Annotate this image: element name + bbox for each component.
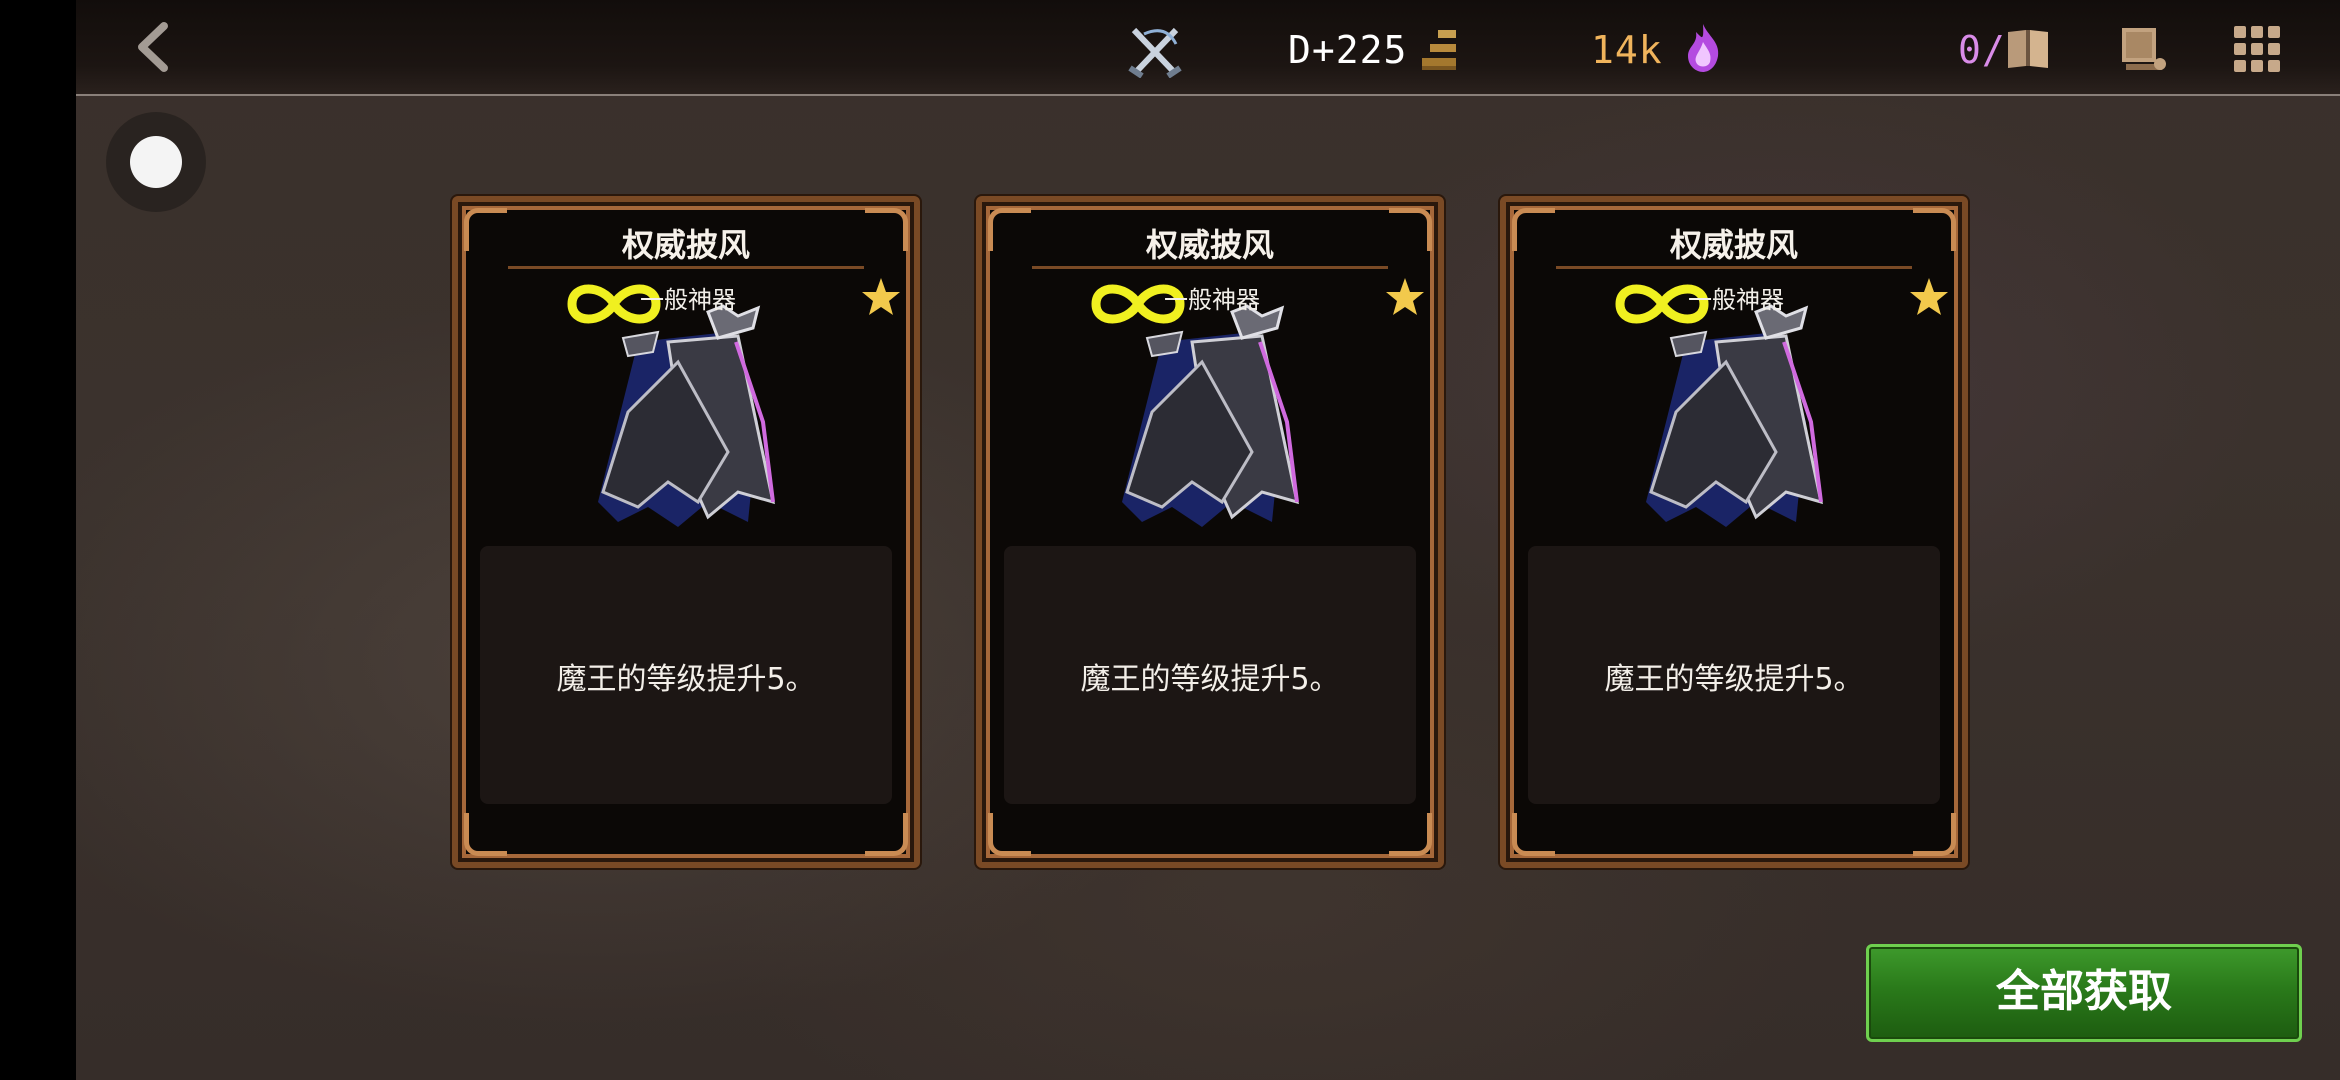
collect-all-button[interactable]: 全部获取 xyxy=(1866,944,2302,1042)
artifact-description: 魔王的等级提升5。 xyxy=(1604,662,1864,697)
title-divider xyxy=(1032,266,1388,269)
artifact-description: 魔王的等级提升5。 xyxy=(1080,662,1340,697)
cape-artwork xyxy=(1646,304,1823,527)
star-icon xyxy=(862,278,900,315)
stairs-icon xyxy=(1422,30,1456,70)
star-icon xyxy=(1910,278,1948,315)
toggle-dot xyxy=(130,136,182,188)
floating-toggle-button[interactable] xyxy=(106,112,206,212)
artifact-title: 权威披风 xyxy=(1145,226,1274,264)
top-bar: D+225 14k 0/0 xyxy=(76,0,2340,96)
title-divider xyxy=(508,266,864,269)
artifact-description: 魔王的等级提升5。 xyxy=(556,662,816,697)
soul-flame-icon xyxy=(1688,24,1719,72)
artifact-card[interactable]: 权威披风 一般神器 魔王的等级提升5。 xyxy=(976,196,1444,868)
description-panel: 魔王的等级提升5。 xyxy=(480,546,892,804)
star-icon xyxy=(1386,278,1424,315)
description-panel: 魔王的等级提升5。 xyxy=(1528,546,1940,804)
title-divider xyxy=(1556,266,1912,269)
artifact-rarity: 一般神器 xyxy=(640,286,736,314)
back-icon[interactable] xyxy=(128,20,178,74)
artifact-title: 权威披风 xyxy=(621,226,750,264)
book-icon[interactable] xyxy=(2002,26,2054,72)
artifact-card[interactable]: 权威披风 一般神器 魔王的等级提升5。 xyxy=(1500,196,1968,868)
battle-icon[interactable] xyxy=(1126,24,1184,78)
artifact-rarity: 一般神器 xyxy=(1688,286,1784,314)
grid-menu-icon[interactable] xyxy=(2232,24,2282,74)
scroll-icon[interactable] xyxy=(2118,24,2168,72)
game-screen: D+225 14k 0/0 权威披风 一般神器 魔王的等级提升5。 权威披风 一… xyxy=(76,0,2340,1080)
stage-counter: D+225 xyxy=(1288,28,1408,72)
artifact-card[interactable]: 权威披风 一般神器 魔王的等级提升5。 xyxy=(452,196,920,868)
cape-artwork xyxy=(598,304,775,527)
artifact-rarity: 一般神器 xyxy=(1164,286,1260,314)
cape-artwork xyxy=(1122,304,1299,527)
currency-amount: 14k xyxy=(1591,28,1663,72)
artifact-title: 权威披风 xyxy=(1669,226,1798,264)
description-panel: 魔王的等级提升5。 xyxy=(1004,546,1416,804)
